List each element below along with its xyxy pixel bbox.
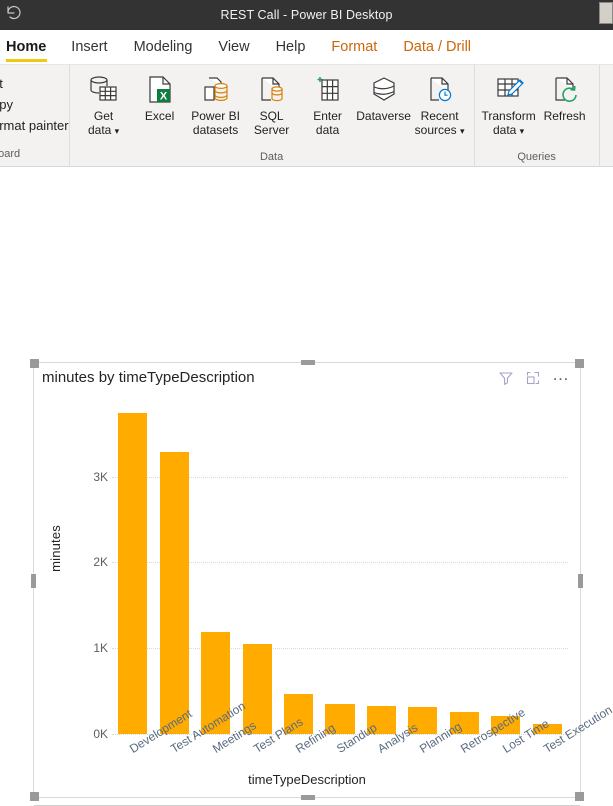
- recent-sources-label: Recentsources ▾: [415, 109, 465, 138]
- ribbon-group-insert-label: Ins: [606, 151, 613, 166]
- resize-handle-middle-right[interactable]: [578, 574, 583, 588]
- ribbon-group-queries: Transformdata ▾ Refresh Queries: [475, 65, 600, 166]
- refresh-button[interactable]: Refresh: [537, 69, 593, 123]
- filter-icon[interactable]: [498, 370, 514, 386]
- ribbon-tab-modeling-label: Modeling: [134, 39, 193, 55]
- window-title: REST Call - Power BI Desktop: [220, 8, 392, 22]
- visual-header-icons: …: [498, 369, 572, 386]
- ribbon-tab-insert-label: Insert: [71, 39, 107, 55]
- enter-data-label: Enterdata: [313, 109, 342, 137]
- transform-data-button[interactable]: Transformdata ▾: [481, 69, 537, 138]
- bar-test-automation[interactable]: [160, 452, 189, 734]
- power-bi-datasets-label: Power BIdatasets: [191, 109, 240, 137]
- ribbon-group-data-label: Data: [76, 151, 468, 166]
- resize-handle-top-right[interactable]: [575, 359, 584, 368]
- sql-server-label: SQLServer: [254, 109, 289, 137]
- ribbon-group-insert: Newvisual A Texbo Ins: [600, 65, 613, 166]
- undo-icon[interactable]: [4, 3, 24, 23]
- y-tick-label: 1K: [93, 641, 108, 655]
- recent-sources-icon: [425, 73, 455, 107]
- ribbon-tab-help[interactable]: Help: [263, 30, 319, 64]
- cut-button[interactable]: ut: [0, 73, 69, 94]
- ribbon-tab-strip: Home Insert Modeling View Help Format Da…: [0, 30, 613, 65]
- y-tick-label: 0K: [93, 727, 108, 741]
- ribbon-group-data: Getdata ▾ X Excel: [70, 65, 475, 166]
- dataverse-label: Dataverse: [356, 109, 411, 123]
- ribbon-tab-home[interactable]: Home: [0, 30, 58, 64]
- bar-chart-visual[interactable]: minutes by timeTypeDescription …: [33, 362, 581, 798]
- y-axis-ticks: 3K 2K 1K 0K: [74, 395, 108, 797]
- ribbon-group-queries-label: Queries: [481, 151, 593, 166]
- power-bi-datasets-button[interactable]: Power BIdatasets: [188, 69, 244, 137]
- resize-handle-top-left[interactable]: [30, 359, 39, 368]
- chevron-down-icon: ▾: [520, 126, 525, 136]
- ribbon-tab-data-drill[interactable]: Data / Drill: [390, 30, 484, 64]
- y-tick-label: 3K: [93, 470, 108, 484]
- ribbon-tab-help-label: Help: [276, 39, 306, 55]
- resize-handle-bottom-left[interactable]: [30, 792, 39, 801]
- title-bar: REST Call - Power BI Desktop: [0, 0, 613, 30]
- ribbon-tab-modeling[interactable]: Modeling: [121, 30, 206, 64]
- svg-text:X: X: [159, 91, 167, 103]
- power-bi-datasets-icon: [199, 73, 233, 107]
- refresh-label: Refresh: [544, 109, 586, 123]
- format-painter-button[interactable]: ormat painter: [0, 115, 69, 136]
- window-controls[interactable]: [599, 2, 613, 24]
- ribbon-group-clipboard-label: board: [0, 148, 69, 163]
- recent-sources-button[interactable]: Recentsources ▾: [412, 69, 468, 138]
- get-data-label: Getdata ▾: [88, 109, 119, 138]
- sql-server-button[interactable]: SQLServer: [244, 69, 300, 137]
- refresh-icon: [550, 73, 580, 107]
- ribbon-tab-insert[interactable]: Insert: [58, 30, 120, 64]
- copy-button[interactable]: opy: [0, 94, 69, 115]
- y-axis-title: minutes: [48, 525, 63, 572]
- ribbon-tab-data-drill-label: Data / Drill: [403, 39, 471, 55]
- ribbon-tab-home-label: Home: [6, 39, 46, 55]
- enter-data-button[interactable]: Enterdata: [300, 69, 356, 137]
- more-options-icon[interactable]: …: [552, 370, 568, 386]
- enter-data-icon: [312, 73, 344, 107]
- x-axis-title: timeTypeDescription: [34, 772, 580, 787]
- ribbon-tab-format[interactable]: Format: [318, 30, 390, 64]
- plot-area: minutes 3K 2K 1K 0K DevelopmentTest Auto…: [34, 395, 580, 797]
- new-visual-button[interactable]: Newvisual: [606, 69, 613, 137]
- resize-handle-bottom-right[interactable]: [575, 792, 584, 801]
- excel-icon: X: [145, 73, 175, 107]
- get-data-icon: [87, 73, 121, 107]
- resize-handle-bottom-center[interactable]: [301, 795, 315, 800]
- get-data-button[interactable]: Getdata ▾: [76, 69, 132, 138]
- ribbon-group-clipboard: ut opy ormat painter board: [0, 65, 70, 166]
- ribbon: ut opy ormat painter board Getdata ▾: [0, 65, 613, 167]
- ribbon-tab-view[interactable]: View: [205, 30, 262, 64]
- transform-data-label: Transformdata ▾: [481, 109, 535, 138]
- resize-handle-top-center[interactable]: [301, 360, 315, 365]
- ribbon-tab-format-label: Format: [331, 39, 377, 55]
- bar-development[interactable]: [118, 413, 147, 734]
- dataverse-button[interactable]: Dataverse: [356, 69, 412, 123]
- sql-server-icon: [257, 73, 287, 107]
- visual-header: minutes by timeTypeDescription …: [34, 363, 580, 395]
- visual-title: minutes by timeTypeDescription: [42, 369, 255, 386]
- excel-label: Excel: [145, 109, 174, 123]
- focus-mode-icon[interactable]: [525, 370, 541, 386]
- y-tick-label: 2K: [93, 555, 108, 569]
- excel-button[interactable]: X Excel: [132, 69, 188, 123]
- report-canvas[interactable]: minutes by timeTypeDescription …: [0, 167, 613, 649]
- transform-data-icon: [492, 73, 526, 107]
- dataverse-icon: [368, 73, 400, 107]
- chevron-down-icon: ▾: [460, 126, 465, 136]
- bar-series[interactable]: [112, 395, 568, 734]
- chevron-down-icon: ▾: [115, 126, 120, 136]
- ribbon-tab-view-label: View: [218, 39, 249, 55]
- resize-handle-middle-left[interactable]: [31, 574, 36, 588]
